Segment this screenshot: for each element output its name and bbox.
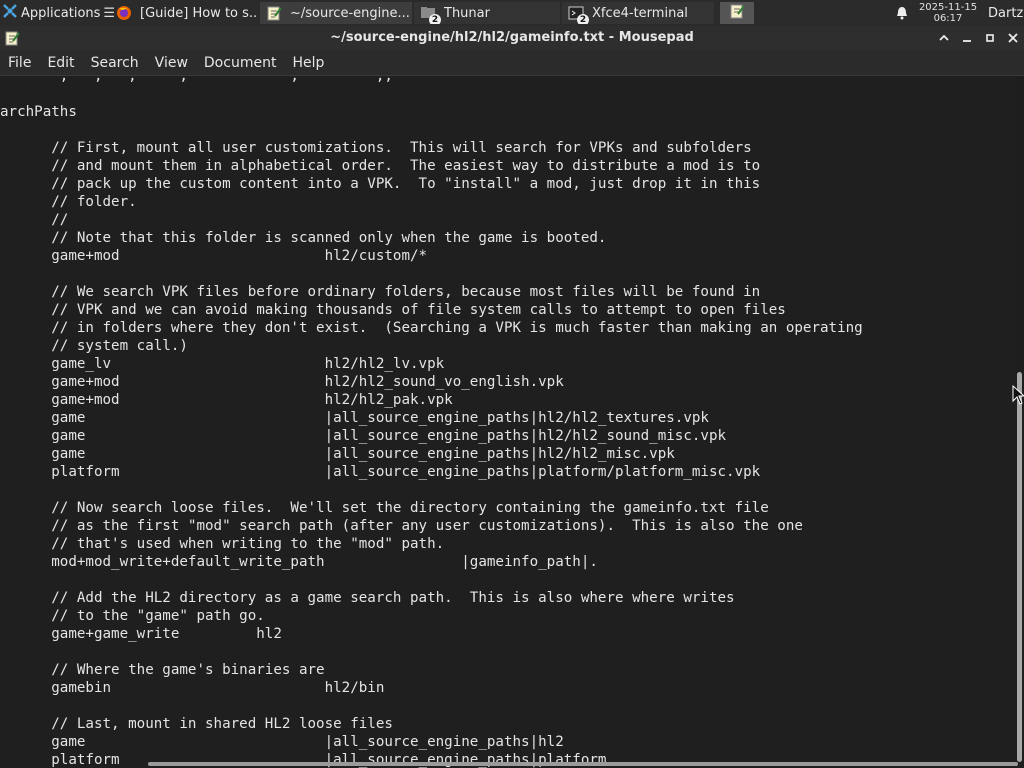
editor-line[interactable]: game |all_source_engine_paths|hl2 <box>0 733 863 751</box>
vertical-scrollbar[interactable] <box>1017 372 1022 762</box>
chevron-up-icon[interactable] <box>934 28 954 48</box>
editor-line[interactable]: game+mod hl2/hl2_sound_vo_english.vpk <box>0 373 863 391</box>
system-tray: 2025-11-15 06:17 Dartz <box>888 0 1024 26</box>
editor-line[interactable]: // system call.) <box>0 337 863 355</box>
editor-line[interactable] <box>0 481 863 499</box>
window-count-badge: 2 <box>429 14 441 24</box>
firefox-icon <box>116 5 132 21</box>
menu-edit[interactable]: Edit <box>39 50 82 76</box>
editor-line[interactable]: game |all_source_engine_paths|hl2/hl2_te… <box>0 409 863 427</box>
editor-line[interactable]: // to the "game" path go. <box>0 607 863 625</box>
editor-line[interactable] <box>0 571 863 589</box>
user-menu[interactable]: Dartz <box>988 6 1024 21</box>
task-label: Thunar <box>444 5 490 21</box>
menu-file[interactable]: File <box>0 50 39 76</box>
editor-line[interactable]: // VPK and we can avoid making thousands… <box>0 301 863 319</box>
editor-line[interactable] <box>0 121 863 139</box>
task-label: ~/source-engine... <box>290 5 410 21</box>
editor-line[interactable]: // folder. <box>0 193 863 211</box>
editor-line[interactable]: // pack up the custom content into a VPK… <box>0 175 863 193</box>
editor-line[interactable] <box>0 697 863 715</box>
editor-line[interactable]: gamebin hl2/bin <box>0 679 863 697</box>
mousepad-icon <box>266 5 282 21</box>
mousepad-icon <box>729 3 745 23</box>
editor-line[interactable]: game |all_source_engine_paths|hl2/hl2_mi… <box>0 445 863 463</box>
editor-line[interactable]: mod+mod_write+default_write_path |gamein… <box>0 553 863 571</box>
applications-label: Applications <box>21 5 101 21</box>
editor-line[interactable]: // We search VPK files before ordinary f… <box>0 283 863 301</box>
editor-line[interactable]: game+mod hl2/hl2_pak.vpk <box>0 391 863 409</box>
menu-help[interactable]: Help <box>284 50 332 76</box>
editor-line[interactable]: // Note that this folder is scanned only… <box>0 229 863 247</box>
editor-line[interactable]: archPaths <box>0 103 863 121</box>
menu-document[interactable]: Document <box>196 50 285 76</box>
editor-line[interactable]: game_lv hl2/hl2_lv.vpk <box>0 355 863 373</box>
close-button[interactable] <box>1003 28 1023 48</box>
task-label: Xfce4-terminal <box>592 5 688 21</box>
editor-line[interactable]: // Now search loose files. We'll set the… <box>0 499 863 517</box>
editor-line[interactable]: // that's used when writing to the "mod"… <box>0 535 863 553</box>
editor-line[interactable]: // in folders where they don't exist. (S… <box>0 319 862 337</box>
terminal-icon: 2 <box>568 5 589 24</box>
menu-search[interactable]: Search <box>83 50 147 76</box>
show-desktop-mousepad-button[interactable] <box>720 2 754 24</box>
taskbar: Applications ☰ [Guide] How to s... ~/sou… <box>0 0 1024 26</box>
editor-line[interactable]: // <box>0 211 863 229</box>
editor-line[interactable]: // as the first "mod" search path (after… <box>0 517 863 535</box>
window-titlebar[interactable]: ~/source-engine/hl2/hl2/gameinfo.txt - M… <box>0 26 1024 50</box>
mouse-pointer-icon <box>1012 384 1024 409</box>
editor-line[interactable]: // Where the game's binaries are <box>0 661 863 679</box>
editor-line[interactable]: // Last, mount in shared HL2 loose files <box>0 715 863 733</box>
editor-line[interactable]: platform |all_source_engine_paths|platfo… <box>0 463 863 481</box>
clock-date: 2025-11-15 <box>918 2 978 13</box>
minimize-button[interactable] <box>957 28 977 48</box>
editor-line[interactable]: game+mod hl2/custom/* <box>0 247 863 265</box>
editor-line[interactable]: // Add the HL2 directory as a game searc… <box>0 589 863 607</box>
horizontal-scrollbar[interactable] <box>148 762 1018 766</box>
editor-line[interactable]: game |all_source_engine_paths|hl2/hl2_so… <box>0 427 863 445</box>
clock[interactable]: 2025-11-15 06:17 <box>916 2 980 24</box>
editor-line[interactable] <box>0 643 863 661</box>
window-title: ~/source-engine/hl2/hl2/gameinfo.txt - M… <box>330 30 694 45</box>
task-firefox[interactable]: [Guide] How to s... <box>110 2 258 24</box>
applications-menu-button[interactable]: Applications ☰ <box>0 0 115 26</box>
editor-line[interactable]: game+game_write hl2 <box>0 625 863 643</box>
task-mousepad[interactable]: ~/source-engine... <box>260 2 412 24</box>
notification-bell-icon[interactable] <box>888 0 916 26</box>
task-thunar[interactable]: 2 Thunar <box>414 2 560 24</box>
editor-line[interactable]: // First, mount all user customizations.… <box>0 139 863 157</box>
xfce-logo-icon <box>2 3 18 23</box>
task-terminal[interactable]: 2 Xfce4-terminal <box>562 2 714 24</box>
thunar-icon: 2 <box>420 5 441 24</box>
editor-line[interactable]: // and mount them in alphabetical order.… <box>0 157 863 175</box>
window-count-badge: 2 <box>577 14 589 24</box>
menu-view[interactable]: View <box>147 50 196 76</box>
editor-line[interactable] <box>0 265 863 283</box>
maximize-button[interactable] <box>980 28 1000 48</box>
editor-text[interactable]: , , , , , ,, archPaths // First, mount al… <box>0 77 863 768</box>
editor-line[interactable]: , , , , , ,, <box>0 77 863 85</box>
editor-line[interactable] <box>0 85 863 103</box>
menu-bar: File Edit Search View Document Help <box>0 50 1024 76</box>
clock-time: 06:17 <box>933 13 963 24</box>
task-label: [Guide] How to s... <box>140 5 258 21</box>
text-editor[interactable]: , , , , , ,, archPaths // First, mount al… <box>0 77 1016 768</box>
